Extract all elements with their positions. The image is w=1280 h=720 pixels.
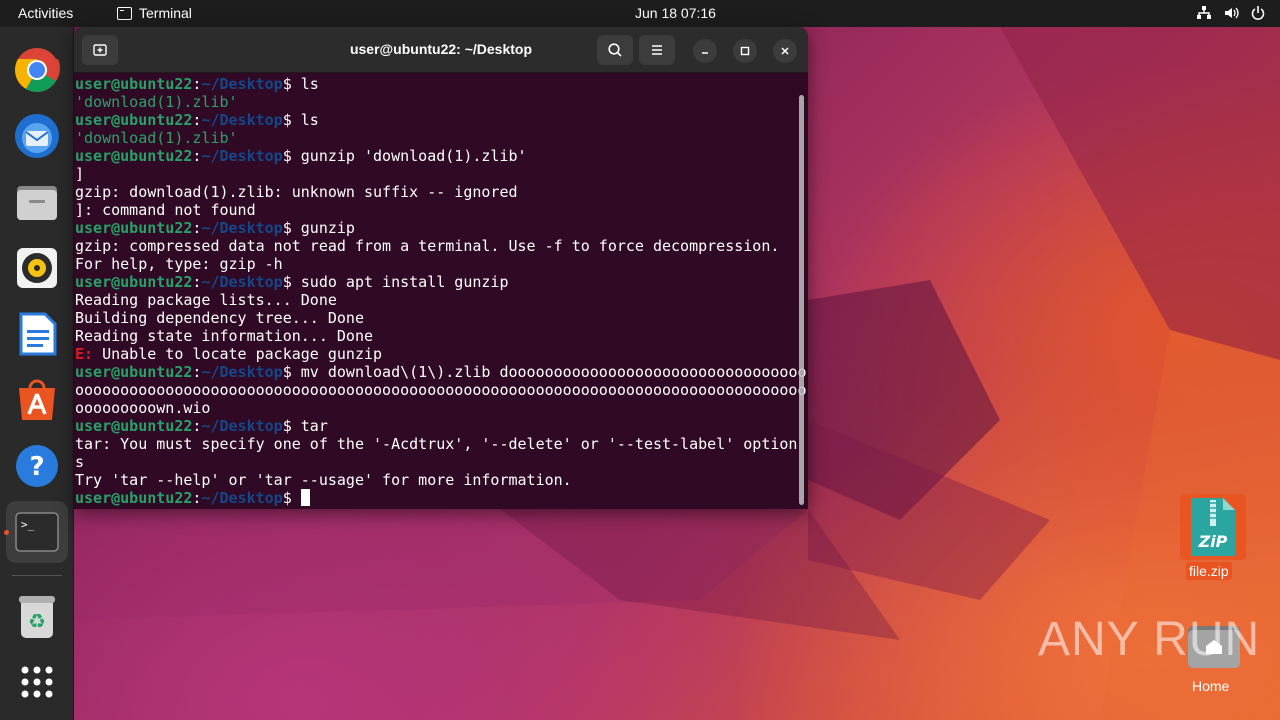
terminal-output-line: s [75,453,85,471]
command-text: $ [282,489,301,507]
prompt-user: user@ubuntu22 [75,75,193,93]
command-text: $ mv download\(1\).zlib dooooooooooooooo… [282,363,807,381]
writer-icon[interactable] [12,309,62,359]
search-button[interactable] [597,35,633,65]
trash-icon[interactable]: ♻ [12,591,62,641]
help-icon[interactable]: ? [12,441,62,491]
terminal-output-line: For help, type: gzip -h [75,255,283,273]
files-icon[interactable] [12,177,62,227]
maximize-button[interactable] [733,39,757,63]
prompt-path: ~/Desktop [201,219,283,237]
close-icon [781,47,789,55]
file-name: 'download(1).zlib' [75,129,238,147]
home-folder-label[interactable]: Home [1192,678,1229,694]
terminal-output-line: gzip: compressed data not read from a te… [75,237,780,255]
terminal-command-line: user@ubuntu22:~/Desktop$ mv download\(1\… [75,363,807,381]
app-center-icon[interactable] [12,375,62,425]
terminal-titlebar[interactable]: user@ubuntu22: ~/Desktop [74,27,808,73]
svg-text:>_: >_ [21,518,35,531]
terminal-output-line: ooooooooown.wio [75,399,211,417]
file-zip-label[interactable]: file.zip [1186,562,1232,580]
prompt-user: user@ubuntu22 [75,363,193,381]
show-apps-icon[interactable] [12,657,62,707]
zip-badge: ZiP [1198,532,1228,551]
terminal-command-line: user@ubuntu22:~/Desktop$ gunzip [75,219,355,237]
close-button[interactable] [773,39,797,63]
prompt-user: user@ubuntu22 [75,489,193,507]
power-icon[interactable] [1250,5,1266,21]
terminal-output-line: Reading package lists... Done [75,291,337,309]
terminal-output-line: ]: command not found [75,201,256,219]
command-text: $ gunzip [282,219,355,237]
terminal-command-line: user@ubuntu22:~/Desktop$ ls [75,111,319,129]
dock: ? >_ ♻ [0,27,74,720]
prompt-path: ~/Desktop [201,111,283,129]
terminal-icon[interactable]: >_ [6,501,68,563]
search-icon [608,43,622,57]
running-indicator [4,530,9,535]
system-tray[interactable] [1196,5,1266,21]
prompt-user: user@ubuntu22 [75,147,193,165]
activities-button[interactable]: Activities [18,5,73,21]
prompt-path: ~/Desktop [201,417,283,435]
terminal-output-line: E: Unable to locate package gunzip [75,345,795,363]
command-text: $ sudo apt install gunzip [282,273,509,291]
prompt-user: user@ubuntu22 [75,417,193,435]
maximize-icon [740,46,750,56]
terminal-output-line: Building dependency tree... Done [75,309,364,327]
top-bar: Activities Terminal Jun 18 07:16 [0,0,1280,27]
volume-icon[interactable] [1223,5,1239,21]
menu-button[interactable] [639,35,675,65]
terminal-output-line: ] [75,165,85,183]
command-text: $ gunzip 'download(1).zlib' [282,147,527,165]
clock[interactable]: Jun 18 07:16 [635,5,716,21]
terminal-output-line: gzip: download(1).zlib: unknown suffix -… [75,183,518,201]
dock-separator [12,575,62,576]
prompt-path: ~/Desktop [201,363,283,381]
network-icon[interactable] [1196,5,1212,21]
terminal-output-line: 'download(1).zlib' [75,93,795,111]
terminal-output-line: Try 'tar --help' or 'tar --usage' for mo… [75,471,572,489]
terminal-command-line: user@ubuntu22:~/Desktop$ [75,489,795,507]
file-name: 'download(1).zlib' [75,93,238,111]
prompt-path: ~/Desktop [201,489,283,507]
terminal-command-line: user@ubuntu22:~/Desktop$ tar [75,417,328,435]
file-zip-icon[interactable]: ZiP [1180,494,1246,560]
app-menu-label: Terminal [139,5,192,21]
svg-text:?: ? [29,452,44,482]
command-text: $ tar [282,417,328,435]
command-text: $ ls [282,75,319,93]
app-menu[interactable]: Terminal [117,5,192,21]
error-text: Unable to locate package gunzip [93,345,383,363]
terminal-command-line: user@ubuntu22:~/Desktop$ sudo apt instal… [75,273,509,291]
chrome-icon[interactable] [12,45,62,95]
command-text: $ ls [282,111,319,129]
prompt-path: ~/Desktop [201,75,283,93]
terminal-output-line: oooooooooooooooooooooooooooooooooooooooo… [75,381,807,399]
minimize-button[interactable] [693,39,717,63]
terminal-window[interactable]: user@ubuntu22: ~/Desktop user@ubuntu22:~… [74,27,808,509]
prompt-user: user@ubuntu22 [75,111,193,129]
terminal-small-icon [117,6,132,20]
terminal-output-line: 'download(1).zlib' [75,129,795,147]
thunderbird-icon[interactable] [12,111,62,161]
svg-text:♻: ♻ [28,609,46,633]
error-prefix: E: [75,345,94,363]
prompt-user: user@ubuntu22 [75,219,193,237]
terminal-output[interactable]: user@ubuntu22:~/Desktop$ ls'download(1).… [75,75,807,507]
prompt-path: ~/Desktop [201,273,283,291]
hamburger-icon [652,45,662,55]
terminal-command-line: user@ubuntu22:~/Desktop$ gunzip 'downloa… [75,147,527,165]
rhythmbox-icon[interactable] [12,243,62,293]
prompt-path: ~/Desktop [201,147,283,165]
terminal-output-line: tar: You must specify one of the '-Acdtr… [75,435,798,453]
prompt-user: user@ubuntu22 [75,273,193,291]
watermark: ANY RUN [1038,613,1261,666]
terminal-output-line: Reading state information... Done [75,327,374,345]
terminal-scrollbar[interactable] [799,95,804,505]
terminal-command-line: user@ubuntu22:~/Desktop$ ls [75,75,319,93]
terminal-cursor [300,489,310,506]
minimize-icon [702,52,708,54]
